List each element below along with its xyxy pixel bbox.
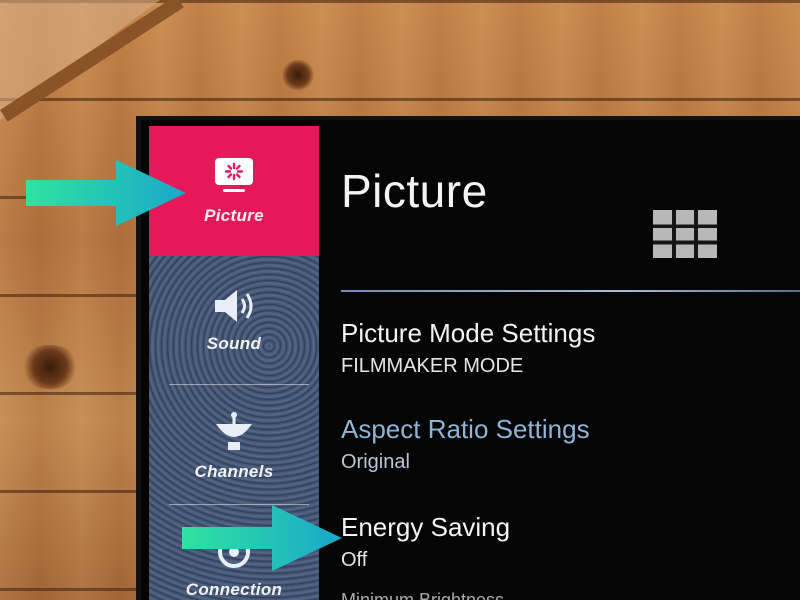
arrow-pointer-icon [26, 160, 186, 226]
energy-saving-item[interactable]: Energy Saving Off [341, 512, 510, 572]
wood-knot [280, 60, 316, 90]
aspect-ratio-settings-item[interactable]: Aspect Ratio Settings Original [341, 414, 590, 474]
wood-knot [20, 345, 80, 389]
setting-name: Energy Saving [341, 512, 511, 542]
sidebar-item-label: Connection [185, 580, 283, 599]
setting-name: Aspect Ratio Settings [341, 414, 590, 444]
setting-value: Original [341, 451, 410, 473]
window-reflection [653, 210, 717, 258]
page-title: Picture [341, 165, 488, 217]
minimum-brightness-item[interactable]: Minimum Brightness [341, 590, 504, 600]
sidebar-item-label: Channels [194, 462, 274, 481]
sidebar-item-sound[interactable]: Sound [149, 260, 319, 380]
sidebar-item-label: Picture [204, 206, 264, 225]
setting-name: Minimum Brightness [341, 590, 505, 600]
picture-icon [215, 158, 253, 192]
sidebar-item-label: Sound [206, 334, 262, 353]
setting-value: FILMMAKER MODE [341, 355, 524, 377]
arrow-pointer-icon [182, 505, 342, 571]
picture-mode-settings-item[interactable]: Picture Mode Settings FILMMAKER MODE [341, 318, 595, 378]
speaker-icon [215, 290, 253, 322]
sidebar-item-channels[interactable]: Channels [149, 386, 319, 506]
setting-name: Picture Mode Settings [341, 318, 596, 348]
title-divider [341, 290, 800, 292]
menu-divider [169, 384, 309, 385]
satellite-dish-icon [216, 412, 252, 450]
setting-value: Off [341, 549, 368, 571]
picture-settings-panel: Picture Picture Mode Settings FILMMAKER … [341, 120, 800, 600]
